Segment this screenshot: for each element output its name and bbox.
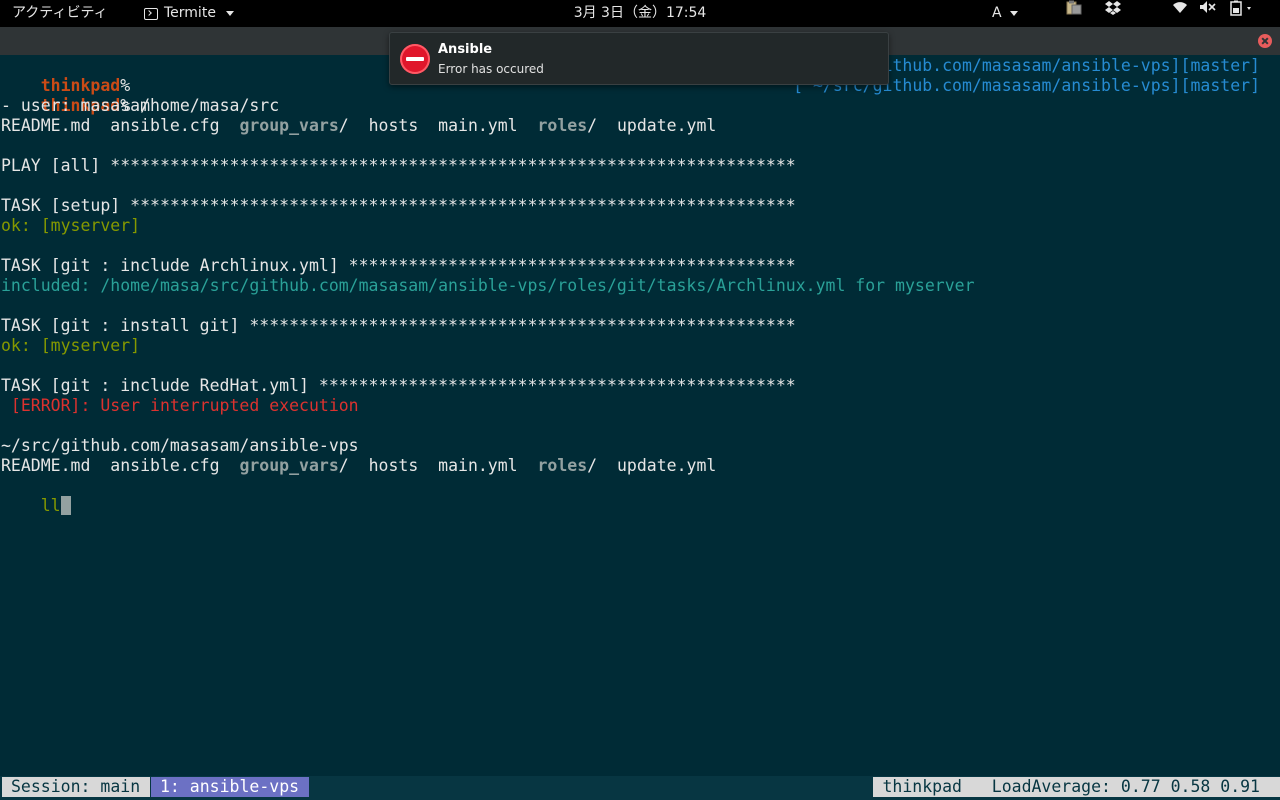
- close-button[interactable]: [1258, 34, 1272, 48]
- dir-entry: roles: [537, 116, 588, 135]
- wifi-icon[interactable]: [1172, 0, 1188, 27]
- ansible-play-header: PLAY [all] *****************************…: [1, 156, 796, 175]
- file-entry: hosts: [368, 456, 419, 475]
- battery-icon[interactable]: [1230, 0, 1256, 27]
- ls-output: README.md ansible.cfg group_vars/ hosts …: [1, 456, 717, 475]
- chevron-down-icon: [225, 11, 234, 16]
- command-input-line[interactable]: ll: [1, 476, 71, 515]
- prompt-line: thinkpad%: [1, 56, 130, 95]
- load-average-values: 0.77 0.58 0.91: [1120, 777, 1260, 796]
- file-entry: ansible.cfg: [110, 456, 220, 475]
- clock-button[interactable]: 3月 3日（金）17:54: [574, 5, 707, 21]
- prompt-line: thinkpad% /home/masa/src: [1, 76, 279, 115]
- tmux-status-right: thinkpad LoadAverage: 0.77 0.58 0.91: [873, 777, 1280, 797]
- notification-title: Ansible: [438, 42, 493, 57]
- tmux-status-bar: Session: main 1: ansible-vps thinkpad Lo…: [0, 776, 1280, 800]
- tmux-session-label: Session: main: [2, 777, 151, 797]
- app-menu-label: Termite: [164, 5, 216, 21]
- dropbox-icon[interactable]: [1104, 0, 1122, 27]
- dir-entry: group_vars: [239, 116, 339, 135]
- ansible-error-line: [ERROR]: User interrupted execution: [1, 396, 359, 415]
- error-stop-icon: [400, 44, 430, 74]
- ansible-task-header: TASK [setup] ***************************…: [1, 196, 796, 215]
- file-entry: ansible.cfg: [110, 116, 220, 135]
- dir-entry: roles: [537, 456, 588, 475]
- file-entry: update.yml: [616, 116, 717, 135]
- ansible-task-header: TASK [git : include Archlinux.yml] *****…: [1, 256, 796, 275]
- ansible-ok-line: ok: [myserver]: [1, 336, 141, 355]
- file-entry: main.yml: [438, 456, 518, 475]
- file-entry: main.yml: [438, 116, 518, 135]
- command-text: /home/masa/src: [130, 96, 280, 115]
- app-menu-button[interactable]: Termite: [144, 0, 234, 27]
- activities-button[interactable]: アクティビティ: [12, 0, 108, 27]
- status-hostname: thinkpad: [882, 777, 962, 796]
- file-entry: hosts: [368, 116, 419, 135]
- text-cursor: [60, 496, 71, 515]
- top-bar: アクティビティ Termite 3月 3日（金）17:54 A: [0, 0, 1280, 27]
- load-average-label: LoadAverage:: [991, 777, 1111, 796]
- input-method-label: A: [992, 5, 1002, 21]
- file-entry: README.md: [1, 456, 91, 475]
- volume-muted-icon[interactable]: [1199, 0, 1217, 27]
- notification-body: Error has occured: [438, 62, 544, 76]
- notification-banner[interactable]: Ansible Error has occured: [389, 32, 889, 85]
- terminal-view[interactable]: ~/src/github.com/masasam/ansible-vps][ma…: [0, 55, 1280, 776]
- cwd-line: ~/src/github.com/masasam/ansible-vps: [1, 436, 359, 455]
- terminal-icon: [144, 7, 158, 20]
- ansible-task-header: TASK [git : install git] ***************…: [1, 316, 796, 335]
- input-method-button[interactable]: A: [992, 0, 1019, 27]
- tmux-window-tab[interactable]: 1: ansible-vps: [151, 777, 310, 797]
- dir-entry: group_vars: [239, 456, 339, 475]
- activities-label: アクティビティ: [12, 5, 108, 21]
- output-line: - user: masasam: [1, 96, 151, 115]
- ls-output: README.md ansible.cfg group_vars/ hosts …: [1, 116, 717, 135]
- ansible-task-header: TASK [git : include RedHat.yml] ********…: [1, 376, 796, 395]
- chevron-down-icon: [1010, 10, 1019, 16]
- ansible-included-line: included: /home/masa/src/github.com/masa…: [1, 276, 975, 295]
- clipboard-icon[interactable]: [1066, 0, 1082, 27]
- file-entry: README.md: [1, 116, 91, 135]
- typed-command: ll: [40, 496, 61, 515]
- ansible-ok-line: ok: [myserver]: [1, 216, 141, 235]
- file-entry: update.yml: [616, 456, 717, 475]
